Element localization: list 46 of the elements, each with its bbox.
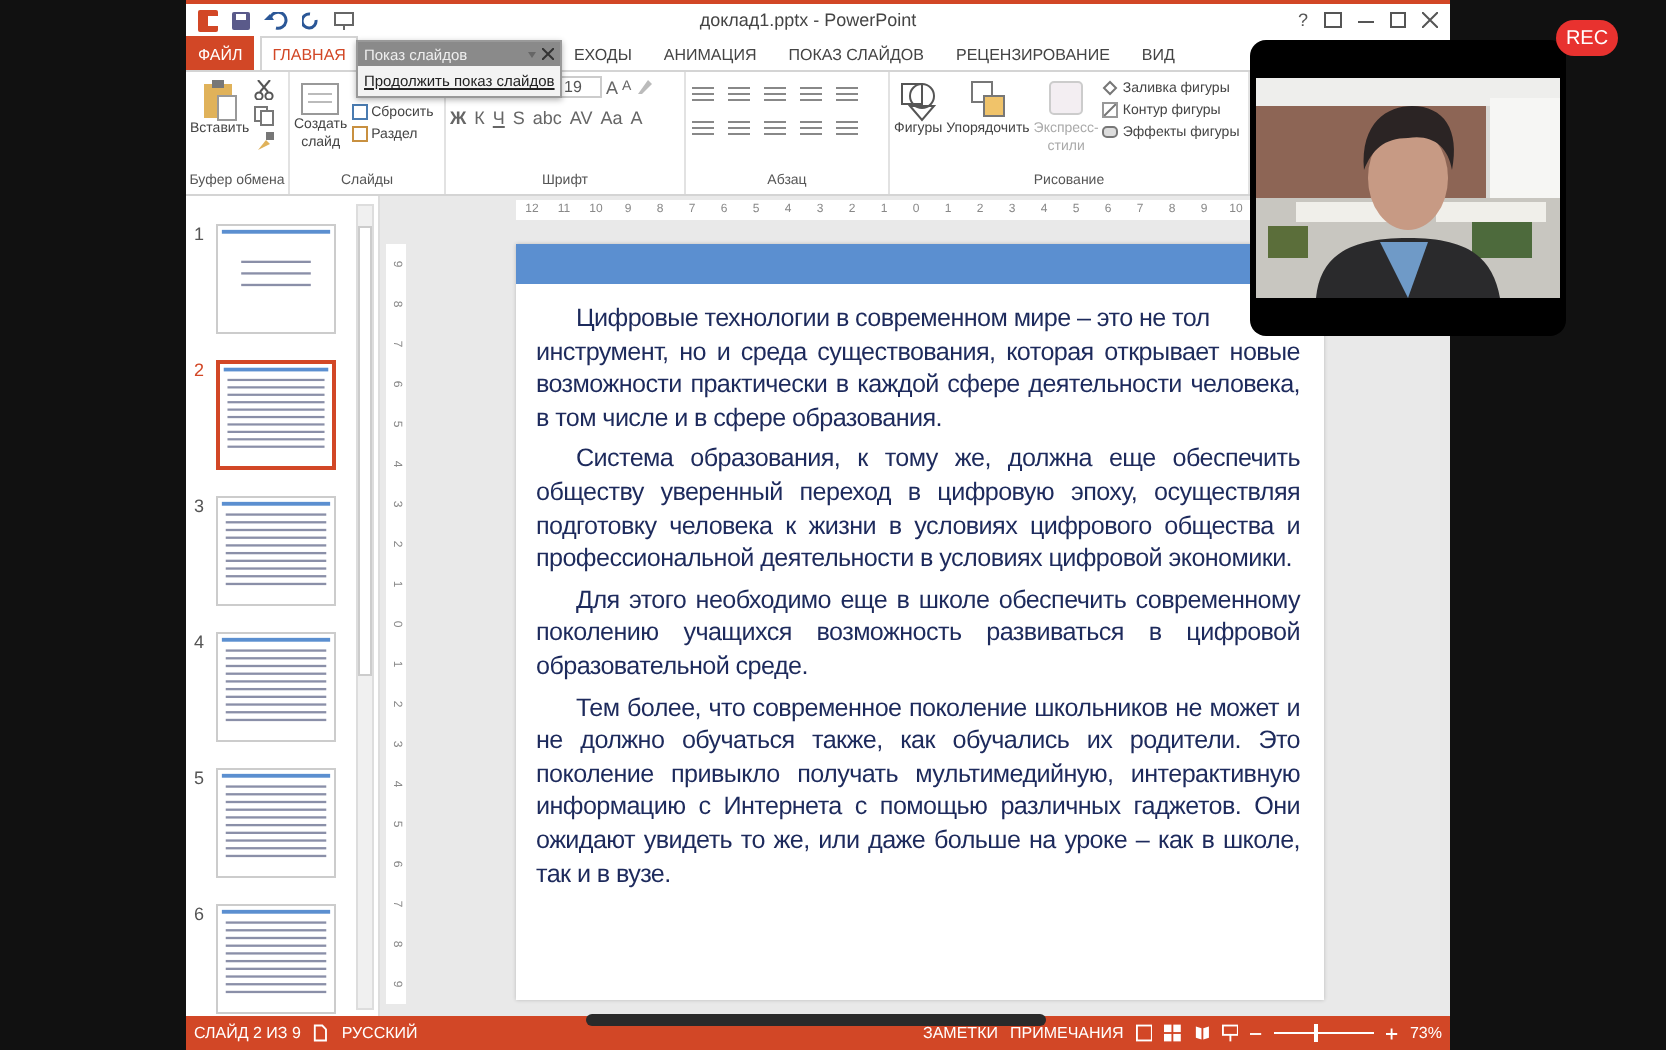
ribbon-tab[interactable]: АНИМАЦИЯ <box>651 36 769 70</box>
slide-text-line: так и в вузе. <box>536 857 671 891</box>
slide-text-line: возможности практически в каждой сфере деятельности человека, <box>536 368 1300 402</box>
slide-number: 1 <box>194 224 207 248</box>
slide-text-line: ожидают увидеть то же, или даже больше на уроке – как в школе, <box>536 823 1300 857</box>
font-style-button[interactable]: abc <box>532 108 562 128</box>
notes-button[interactable]: ЗАМЕТКИ <box>923 1024 998 1042</box>
font-style-button[interactable]: Ч <box>492 108 505 128</box>
slide-text-line: в том числе и в сфере образования. <box>536 401 942 435</box>
slide-number: 5 <box>194 768 207 792</box>
grow-font-button[interactable]: A <box>606 77 619 97</box>
ribbon-tab[interactable]: ЕХОДЫ <box>561 36 644 70</box>
slide-number: 6 <box>194 904 207 928</box>
font-style-button[interactable]: AV <box>569 108 593 128</box>
help-button[interactable]: ? <box>1297 10 1308 30</box>
font-color-button[interactable]: A <box>630 108 643 128</box>
font-style-button[interactable]: S <box>512 108 525 128</box>
slide-text-line: поколению учащихся возможность развиваться в цифровой <box>536 616 1300 650</box>
font-style-button[interactable]: Aa <box>600 108 623 128</box>
ribbon-tab[interactable]: ФАЙЛ <box>186 36 255 70</box>
slide-text-line: Для этого необходимо еще в школе обеспечить современному <box>574 583 1300 617</box>
slide-text-line: Цифровые технологии в современном мире – это не тол <box>574 302 1210 336</box>
ribbon-tab[interactable]: РЕЦЕНЗИРОВАНИЕ <box>943 36 1122 70</box>
window-title: доклад1.pptx - PowerPoint <box>697 10 919 30</box>
zoom-level[interactable]: 73% <box>1409 1024 1442 1042</box>
slide-text-line: информацию с Интернета с помощью различных гаджетов. Они <box>536 790 1300 824</box>
slide-number: 2 <box>194 360 207 384</box>
slide-text-line: обществу уверенный переход в цифровую эпоху, осуществляя <box>536 475 1300 510</box>
slide-counter: СЛАЙД 2 ИЗ 9 <box>194 1024 301 1042</box>
slide-text-line: подготовку человека к жизни в условиях цифрового общества и <box>536 509 1300 543</box>
ribbon-tab[interactable]: ПОКАЗ СЛАЙДОВ <box>776 36 936 70</box>
slide-text-line: профессиональной деятельности в условиях цифровой экономики. <box>536 542 1292 576</box>
comments-button[interactable]: ПРИМЕЧАНИЯ <box>1009 1024 1124 1042</box>
slide-text-line: Система образования, к тому же, должна еще обеспечить <box>574 442 1300 476</box>
language-label[interactable]: РУССКИЙ <box>341 1024 418 1042</box>
slide-number: 4 <box>194 632 207 656</box>
recording-badge: REC <box>1556 20 1618 56</box>
ribbon-tab[interactable]: ВИД <box>1129 36 1187 70</box>
slide-text-line: не должно обучаться также, как обучались их родители. Это <box>536 724 1300 758</box>
font-style-button[interactable]: К <box>474 108 485 128</box>
slide-text-line: поколение привыкло получать мультимедийную, интерактивную <box>536 757 1300 791</box>
slide-text-line: образовательной среде. <box>536 649 808 684</box>
slide-number: 3 <box>194 496 207 520</box>
font-style-button[interactable]: Ж <box>450 108 467 128</box>
slide-text-line: инструмент, но и среда существования, которая открывает новые <box>536 335 1300 369</box>
slide-text-line: Тем более, что современное поколение школьников не может и <box>574 691 1300 725</box>
